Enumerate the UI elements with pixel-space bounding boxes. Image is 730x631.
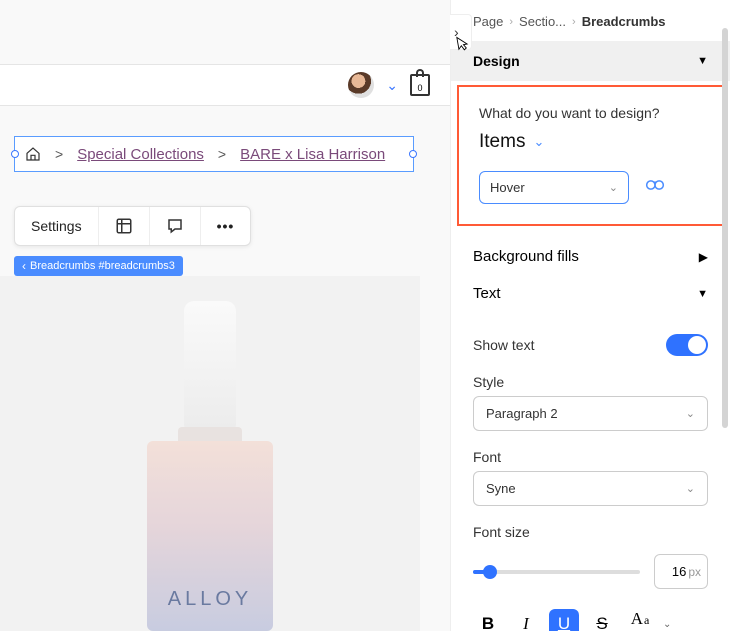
avatar[interactable]	[348, 72, 374, 98]
settings-button[interactable]: Settings	[15, 207, 99, 245]
scrollbar[interactable]	[722, 28, 728, 428]
canvas: ⌄ 0 > Special Collections > BARE x Lisa …	[0, 0, 450, 631]
chevron-right-icon: ▶	[699, 250, 708, 264]
show-text-label: Show text	[473, 337, 534, 353]
italic-button[interactable]: I	[511, 609, 541, 631]
chevron-right-icon: ›	[509, 16, 513, 28]
text-case-button[interactable]: Aa	[625, 609, 655, 631]
font-label: Font	[473, 449, 708, 465]
product-bottle: ALLOY	[145, 301, 275, 631]
selection-tag[interactable]: Breadcrumbs #breadcrumbs3	[14, 256, 183, 276]
home-icon[interactable]	[25, 146, 41, 162]
resize-handle-right[interactable]	[409, 150, 417, 158]
panel-bc-current: Breadcrumbs	[582, 14, 666, 29]
site-header: ⌄ 0	[0, 64, 450, 106]
chevron-down-icon: ⌄	[686, 407, 695, 420]
shopping-bag-icon[interactable]: 0	[410, 74, 430, 96]
design-target-dropdown[interactable]: Items ⌄	[479, 131, 702, 153]
chevron-down-icon: ⌄	[686, 482, 695, 495]
chevron-down-icon: ⌄	[609, 181, 618, 194]
design-section-header[interactable]: Design ▼	[451, 41, 730, 81]
floating-toolbar: Settings •••	[14, 206, 251, 246]
underline-button[interactable]: U	[549, 609, 579, 631]
fontsize-input[interactable]: 16px	[654, 554, 708, 589]
fontsize-label: Font size	[473, 524, 708, 540]
bag-count: 0	[417, 83, 422, 93]
slider-thumb[interactable]	[483, 565, 497, 579]
sync-states-icon[interactable]	[645, 177, 665, 198]
font-select[interactable]: Syne ⌄	[473, 471, 708, 506]
style-select[interactable]: Paragraph 2 ⌄	[473, 396, 708, 431]
design-question: What do you want to design?	[479, 105, 702, 121]
bold-button[interactable]: B	[473, 609, 503, 631]
style-label: Style	[473, 374, 708, 390]
comment-icon[interactable]	[150, 207, 201, 245]
chevron-down-icon: ▼	[697, 288, 708, 300]
breadcrumb-element-selected[interactable]: > Special Collections > BARE x Lisa Harr…	[14, 136, 414, 172]
more-button[interactable]: •••	[201, 207, 251, 245]
fontsize-slider[interactable]	[473, 570, 640, 574]
design-highlight-box: What do you want to design? Items ⌄ Hove…	[457, 85, 724, 226]
chevron-down-icon[interactable]: ⌄	[663, 619, 671, 630]
chevron-down-icon: ▼	[697, 55, 708, 67]
strikethrough-button[interactable]: S	[587, 609, 617, 631]
panel-bc-section[interactable]: Sectio...	[519, 14, 566, 29]
breadcrumb-separator: >	[218, 146, 226, 162]
text-section-header[interactable]: Text ▼	[451, 279, 730, 316]
layout-icon[interactable]	[99, 207, 150, 245]
chevron-down-icon: ⌄	[533, 134, 544, 150]
state-select[interactable]: Hover ⌄	[479, 171, 629, 204]
chevron-down-icon[interactable]: ⌄	[386, 77, 398, 94]
breadcrumb-item-2[interactable]: BARE x Lisa Harrison	[240, 146, 385, 163]
resize-handle-left[interactable]	[11, 150, 19, 158]
background-fills-header[interactable]: Background fills ▶	[451, 234, 730, 279]
text-format-row: B I U S Aa ⌄	[451, 595, 730, 631]
breadcrumb-item-1[interactable]: Special Collections	[77, 146, 204, 163]
show-text-toggle[interactable]	[666, 334, 708, 356]
panel-breadcrumb: Page › Sectio... › Breadcrumbs	[451, 0, 730, 41]
chevron-right-icon: ›	[572, 16, 576, 28]
design-panel: Page › Sectio... › Breadcrumbs Design ▼ …	[450, 0, 730, 631]
product-brand: ALLOY	[147, 588, 273, 611]
breadcrumb-separator: >	[55, 146, 63, 162]
product-image: ALLOY	[0, 276, 420, 631]
panel-bc-page[interactable]: Page	[473, 14, 503, 29]
